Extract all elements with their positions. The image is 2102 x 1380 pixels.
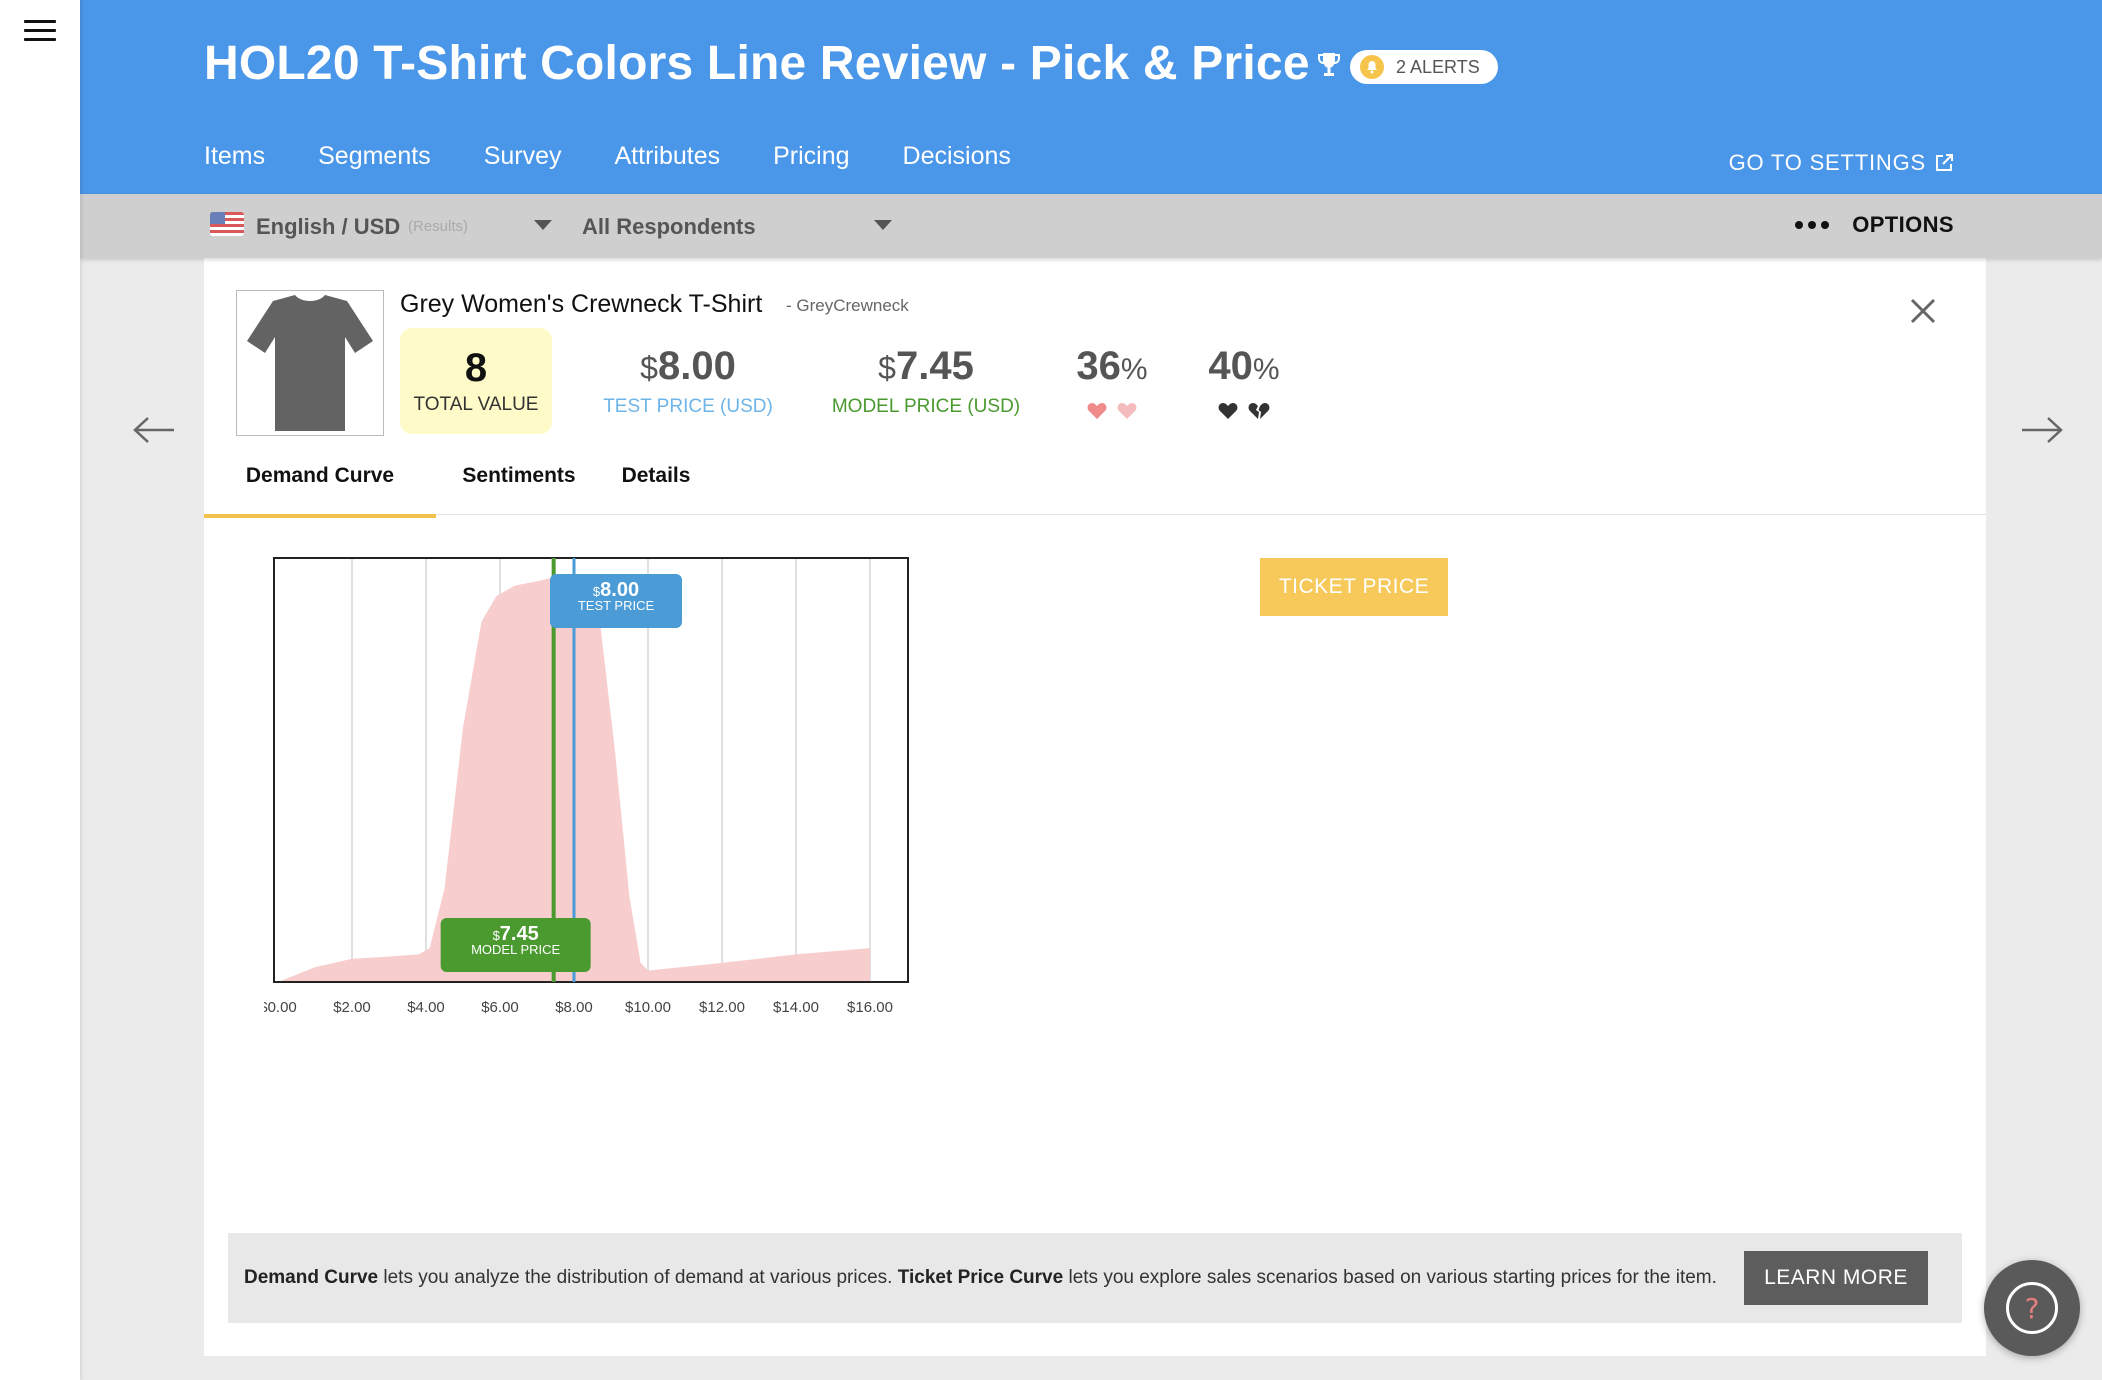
alerts-badge[interactable]: 2 ALERTS xyxy=(1350,50,1498,84)
app-header: HOL20 T-Shirt Colors Line Review - Pick … xyxy=(80,0,2102,194)
tab-details[interactable]: Details xyxy=(602,444,710,514)
product-name: Grey Women's Crewneck T-Shirt xyxy=(400,290,763,318)
alerts-label: 2 ALERTS xyxy=(1396,56,1480,77)
bell-icon xyxy=(1360,55,1384,79)
x-tick-label: $4.00 xyxy=(407,999,445,1016)
respondents-select[interactable]: All Respondents xyxy=(582,214,756,240)
x-tick-label: $14.00 xyxy=(773,999,819,1016)
total-value-label: TOTAL VALUE xyxy=(413,394,539,415)
info-bold-ticket: Ticket Price Curve xyxy=(897,1267,1064,1288)
options-menu[interactable]: OPTIONS xyxy=(1795,212,1954,238)
nav-attributes[interactable]: Attributes xyxy=(615,142,721,171)
us-flag-icon xyxy=(210,212,244,236)
hate-metric: 40% xyxy=(1194,344,1294,420)
tab-demand-curve[interactable]: Demand Curve xyxy=(204,444,436,518)
hate-pct: 40 xyxy=(1208,344,1253,388)
nav-survey[interactable]: Survey xyxy=(484,142,562,171)
more-dots-icon xyxy=(1795,221,1834,229)
results-note: (Results) xyxy=(408,218,469,235)
total-value: 8 xyxy=(464,346,488,390)
x-tick-label: $6.00 xyxy=(481,999,519,1016)
heart-icon xyxy=(1218,403,1238,419)
model-price-value: 7.45 xyxy=(895,344,974,388)
nav-decisions[interactable]: Decisions xyxy=(903,142,1011,171)
x-tick-label: $10.00 xyxy=(625,999,671,1016)
love-metric: 36% xyxy=(1062,344,1162,420)
item-detail-card: Grey Women's Crewneck T-Shirt - GreyCrew… xyxy=(204,258,1986,1356)
product-thumbnail xyxy=(236,290,384,436)
model-price-metric: $7.45 MODEL PRICE (USD) xyxy=(816,344,1036,418)
currency-symbol: $ xyxy=(640,350,658,386)
total-value-badge: 8 TOTAL VALUE xyxy=(400,328,552,434)
test-price-label: TEST PRICE xyxy=(578,598,655,613)
nav-pricing[interactable]: Pricing xyxy=(773,142,849,171)
filter-bar: English / USD (Results) All Respondents … xyxy=(80,194,2102,258)
question-mark-icon: ? xyxy=(2006,1282,2058,1334)
broken-heart-icon xyxy=(1248,403,1270,419)
x-tick-label: $12.00 xyxy=(699,999,745,1016)
demand-curve-chart: $0.00 $2.00 $4.00 $6.00 $8.00 $10.00 $12.00 $14… xyxy=(264,557,909,1016)
info-bold-demand: Demand Curve xyxy=(244,1267,379,1288)
settings-label: GO TO SETTINGS xyxy=(1728,150,1926,175)
nav-items[interactable]: Items xyxy=(204,142,265,171)
nav-segments[interactable]: Segments xyxy=(318,142,431,171)
info-text-2: lets you explore sales scenarios based o… xyxy=(1063,1267,1717,1288)
trophy-icon xyxy=(1318,53,1340,76)
close-icon[interactable] xyxy=(1910,298,1936,324)
test-price-metric: $8.00 TEST PRICE (USD) xyxy=(592,344,784,418)
chevron-down-icon[interactable] xyxy=(874,220,892,230)
love-pct: 36 xyxy=(1076,344,1121,388)
help-button[interactable]: ? xyxy=(1984,1260,2080,1356)
previous-item-arrow-icon[interactable] xyxy=(132,415,176,445)
pct-sign: % xyxy=(1120,353,1148,386)
options-label: OPTIONS xyxy=(1852,212,1954,237)
language-select[interactable]: English / USD xyxy=(256,214,400,240)
info-text: Demand Curve lets you analyze the distri… xyxy=(244,1267,1717,1289)
product-code: - GreyCrewneck xyxy=(786,296,909,315)
go-to-settings-link[interactable]: GO TO SETTINGS xyxy=(1729,150,1954,176)
chevron-down-icon[interactable] xyxy=(534,220,552,230)
x-tick-label: $2.00 xyxy=(333,999,371,1016)
left-rail xyxy=(0,0,80,1380)
test-price-label: TEST PRICE (USD) xyxy=(603,396,773,417)
external-link-icon xyxy=(1936,154,1953,171)
next-item-arrow-icon[interactable] xyxy=(2020,415,2064,445)
model-price-label: MODEL PRICE (USD) xyxy=(831,396,1021,417)
main-nav: Items Segments Survey Attributes Pricing… xyxy=(204,142,1064,171)
x-tick-label: $0.00 xyxy=(264,999,297,1016)
learn-more-button[interactable]: LEARN MORE xyxy=(1744,1251,1928,1305)
page-title: HOL20 T-Shirt Colors Line Review - Pick … xyxy=(204,37,1310,90)
hamburger-menu-icon[interactable] xyxy=(24,20,56,42)
info-text-1: lets you analyze the distribution of dem… xyxy=(378,1267,898,1288)
x-tick-label: $8.00 xyxy=(555,999,593,1016)
heart-icon xyxy=(1087,403,1107,419)
x-tick-label: $16.00 xyxy=(847,999,893,1016)
ticket-price-button[interactable]: TICKET PRICE xyxy=(1260,558,1448,616)
tab-sentiments[interactable]: Sentiments xyxy=(436,444,602,514)
detail-tabs: Demand Curve Sentiments Details xyxy=(204,444,1986,518)
pct-sign: % xyxy=(1252,353,1280,386)
info-panel: Demand Curve lets you analyze the distri… xyxy=(228,1233,1962,1323)
model-price-label: MODEL PRICE xyxy=(471,942,560,957)
test-price-value: 8.00 xyxy=(657,344,736,388)
currency-symbol: $ xyxy=(878,350,896,386)
heart-icon xyxy=(1117,403,1137,419)
